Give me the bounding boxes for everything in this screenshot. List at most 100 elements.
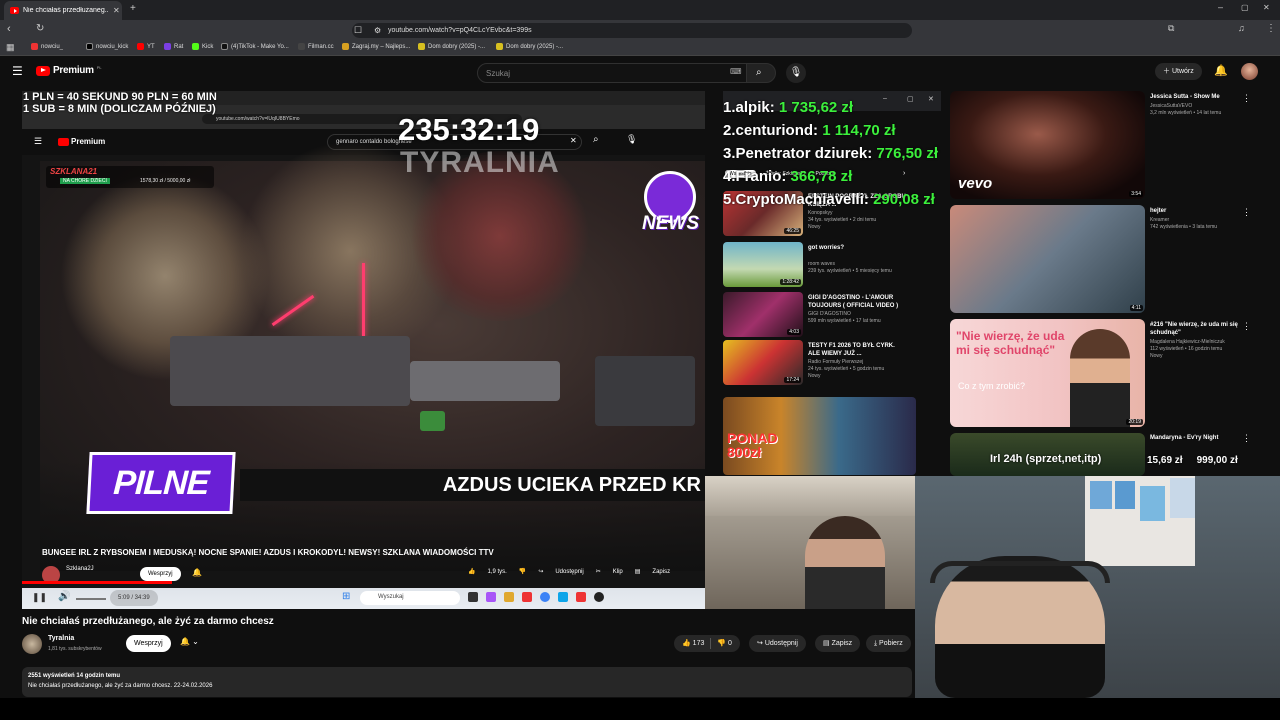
inner-video-title: BUNGEE IRL Z RYBSONEM I MEDUSKĄ! NOCNE S… <box>42 548 494 557</box>
subscribe-bell-icon[interactable]: 🔔 ⌄ <box>180 637 199 646</box>
keyboard-icon[interactable]: ⌨ <box>730 67 742 76</box>
bookmark-9[interactable]: Dom dobry (2025) -... <box>496 43 563 50</box>
notifications-bell-icon[interactable]: 🔔 <box>1214 64 1228 77</box>
search-icon: ⌕ <box>756 67 762 78</box>
youtube-logo[interactable]: Premium PL <box>36 65 102 76</box>
charity-badge-counter: 1578,30 zł / 5000,00 zł <box>140 178 191 184</box>
description-text: Nie chciałaś przedłużanego, ale żyć za d… <box>28 683 213 689</box>
pause-icon[interactable]: ❚❚ <box>32 592 47 603</box>
taskbar-search: Wyszukaj <box>360 591 460 605</box>
url-bar[interactable]: ☐ ⚙ youtube.com/watch?v=pQ4CLcYEvbc&t=39… <box>352 23 912 38</box>
menu-icon[interactable]: ⋮ <box>1266 23 1276 34</box>
tab-title: Nie chciałaś przedłużaneg... <box>23 7 109 14</box>
youtube-logo-icon <box>36 65 50 76</box>
save-button[interactable]: ▤ Zapisz <box>815 635 861 652</box>
recommended-more-icon-2[interactable]: ⋮ <box>1242 321 1251 332</box>
browser-tab[interactable]: Nie chciałaś przedłużaneg... ✕ <box>4 1 122 20</box>
bookmark-6[interactable]: Filman.cc <box>298 43 334 50</box>
recommended-thumb-0: vevo 3:54 <box>950 91 1145 199</box>
stream-rules-line1: 1 PLN = 40 SEKUND 90 PLN = 60 MIN <box>23 91 217 103</box>
youtube-header: ☰ Premium PL Szukaj ⌨ ⌕ 🎙 ＋ Utwórz 🔔 <box>0 57 1280 87</box>
bookmark-5[interactable]: (4)TikTok - Make Yo... <box>221 43 289 50</box>
thumb-person <box>1070 329 1130 427</box>
vevo-logo: vevo <box>958 175 993 192</box>
site-info-icon[interactable]: ⚙ <box>374 23 381 38</box>
inner-clip-icon: ✂ <box>595 569 601 575</box>
logo-region: PL <box>96 65 102 70</box>
donor-row-4: 5.CryptoMachiavelli: 290,08 zł <box>723 191 935 208</box>
account-avatar[interactable] <box>1241 63 1258 80</box>
thumb-quote: "Nie wierzę, że uda mi się schudnąć" <box>956 329 1065 357</box>
goal-amounts: 15,69 zł 999,00 zł <box>1147 455 1238 466</box>
bookmark-star-icon[interactable]: ☐ <box>354 23 362 38</box>
windows-start-icon: ⊞ <box>342 591 351 602</box>
inner-search-icon: ⌕ <box>593 134 599 145</box>
promo-text: PONAD 800zł <box>727 430 778 460</box>
hamburger-menu-icon[interactable]: ☰ <box>12 64 23 78</box>
subscriber-count: 1,81 tys. subskrybentów <box>48 646 102 652</box>
views-line: 2551 wyświetleń 14 godzin temu <box>28 673 121 679</box>
bookmark-8[interactable]: Dom dobry (2025) -... <box>418 43 485 50</box>
back-icon[interactable]: ‹ <box>7 23 11 35</box>
recommended-video-1[interactable]: 4:11 hejter Kreamer 742 wyświetlenia • 3… <box>950 205 1251 315</box>
new-tab-icon[interactable]: + <box>130 3 136 14</box>
channel-name[interactable]: Tyralnia <box>48 635 74 642</box>
dislike-button[interactable]: 👎 0 <box>717 635 732 652</box>
like-button[interactable]: 👍 173 <box>682 635 704 652</box>
close-window-icon[interactable]: ✕ <box>1263 3 1270 12</box>
inner-hamburger-icon: ☰ <box>34 136 43 146</box>
minimize-window-icon[interactable]: – <box>1218 2 1223 12</box>
close-tab-icon[interactable]: ✕ <box>113 6 120 15</box>
recommended-video-0[interactable]: vevo 3:54 Jessica Sutta - Show Me Jessic… <box>950 91 1251 201</box>
recommended-more-icon-3[interactable]: ⋮ <box>1242 433 1251 444</box>
recommended-more-icon-0[interactable]: ⋮ <box>1242 93 1251 104</box>
bookmark-0[interactable]: nowciu_ <box>31 43 63 50</box>
create-button[interactable]: ＋ Utwórz <box>1155 63 1202 80</box>
bookmark-4[interactable]: Kick <box>192 43 213 50</box>
bookmark-7[interactable]: Zagraj.my – Najleps... <box>342 43 410 50</box>
bookmark-2[interactable]: YT <box>137 43 155 50</box>
donor-row-1: 2.centuriond: 1 114,70 zł <box>723 122 896 139</box>
time-display: 5:09 / 34:39 <box>110 590 158 606</box>
profile-icon[interactable]: ♫ <box>1238 23 1245 33</box>
apps-icon[interactable]: ▦ <box>6 42 15 53</box>
donor-row-3: 4.Franio: 366,78 zł <box>723 168 853 185</box>
maximize-window-icon[interactable]: ▢ <box>1241 3 1249 12</box>
join-button[interactable]: Wesprzyj <box>126 635 171 652</box>
inner-action-row: 👍 1,9 tys. 👎 ↪ Udostępnij ✂ Klip ▤ Zapisz <box>468 568 671 576</box>
recommended-video-2[interactable]: "Nie wierzę, że uda mi się schudnąć" Co … <box>950 319 1251 429</box>
webcam-secondary <box>705 476 915 609</box>
share-button[interactable]: ↪ Udostępnij <box>749 635 806 652</box>
webcam-streamer <box>915 476 1280 698</box>
share-icon: ↪ <box>757 640 765 647</box>
inner-sidebar-video-3: 17:24 TESTY F1 2026 TO BYŁ CYRK. ALE WIE… <box>723 340 918 389</box>
volume-slider[interactable] <box>76 598 106 600</box>
donor-row-0: 1.alpik: 1 735,62 zł <box>723 99 854 116</box>
video-player[interactable]: youtube.com/watch?v=lUqIU8BYEmo ☰ Premiu… <box>22 91 705 609</box>
reload-icon[interactable]: ↻ <box>36 23 44 34</box>
recommended-more-icon-1[interactable]: ⋮ <box>1242 207 1251 218</box>
news-logo: NEWS <box>640 171 702 241</box>
extensions-icon[interactable]: ⧉ <box>1168 23 1174 34</box>
thumb-quote-sub: Co z tym zrobić? <box>958 381 1026 391</box>
volume-icon[interactable]: 🔊 <box>58 591 70 602</box>
channel-watermark: TYRALNIA <box>400 146 560 179</box>
voice-search-icon[interactable]: 🎙 <box>786 63 806 83</box>
charity-badge-name: SZKLANA21 <box>50 167 98 176</box>
video-description[interactable]: 2551 wyświetleń 14 godzin temu Nie chcia… <box>22 667 912 697</box>
inner-sidebar-video-1: 1:28:42 got worries? room waves 239 tys.… <box>723 242 918 291</box>
inner-mic-icon: 🎙 <box>626 134 638 144</box>
search-input[interactable]: Szukaj <box>477 63 747 83</box>
inner-sidebar-thumb-2: 4:03 <box>723 292 803 337</box>
search-button[interactable]: ⌕ <box>746 63 776 83</box>
inner-like-icon: 👍 <box>468 569 476 575</box>
bookmark-1[interactable]: nowciu_kick <box>86 43 128 50</box>
inner-progress-bar <box>22 581 172 584</box>
goal-current: 15,69 zł <box>1147 455 1183 466</box>
channel-avatar[interactable] <box>22 634 42 654</box>
bookmark-3[interactable]: Rat <box>164 43 183 50</box>
bottom-strip <box>0 698 1280 720</box>
player-controls: ❚❚ 🔊 5:09 / 34:39 ⊞ Wyszukaj ⎚ ⚙ ⛶ <box>22 588 705 609</box>
download-button[interactable]: ⤓ Pobierz <box>866 635 911 652</box>
goal-target: 999,00 zł <box>1196 455 1238 466</box>
